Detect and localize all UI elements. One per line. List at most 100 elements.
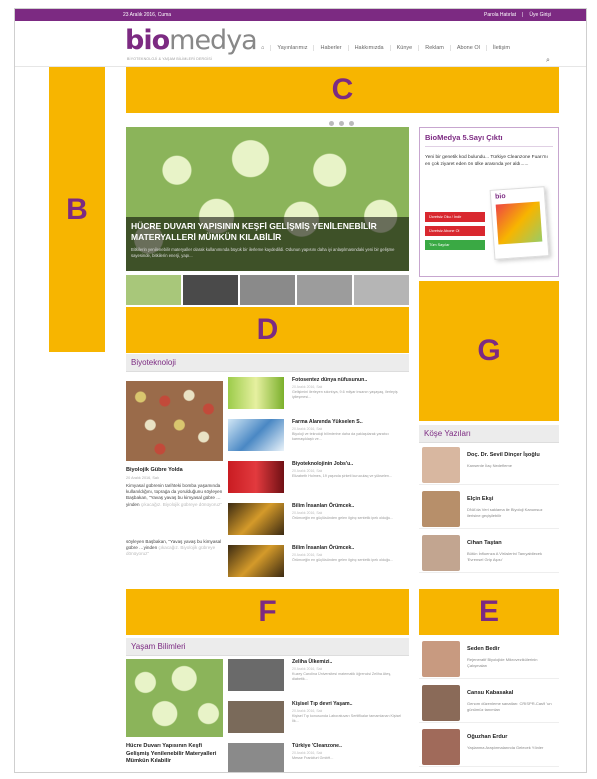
divider [425,146,553,147]
list-item[interactable]: Kişisel Tıp devri Yaşam.. 20 Aralık 2016… [228,701,408,735]
feature-title[interactable]: Hücre Duvarı Yapısının Keşfi Gelişmiş Ye… [126,743,226,766]
magazine-image [495,201,543,245]
site-header: biomedya BİYOTEKNOLOJİ & YAŞAM BİLİMLERİ… [15,21,586,67]
home-icon[interactable]: ⌂ [255,45,270,51]
item-desc: Elizabeth Holmes, 19 yaşında şirketi kur… [292,474,393,478]
nav-item-reklam[interactable]: Reklam [418,45,450,51]
hero-title[interactable]: HÜCRE DUVARI YAPISININ KEŞFİ GELİŞMİŞ YE… [131,221,401,243]
item-date: 20 Aralık 2016, Salı [292,709,323,713]
list-item[interactable]: Türkiye 'Cleanzone.. 20 Aralık 2016, Sal… [228,743,408,772]
feature-text: Kimyasal gübrenin tarihteki bomba yaşamı… [126,483,223,507]
item-desc: Biyoloji ve teknoloji bilimlerine daha d… [292,432,389,441]
section-heading-biyoteknoloji[interactable]: Biyoteknoloji [126,354,409,372]
nav-item-abone-ol[interactable]: Abone Ol [449,45,486,51]
columnist-topic: Kanserde İlaç Nedefleme [467,463,512,468]
item-thumbnail [228,659,284,691]
ad-zone-f[interactable]: F [126,589,409,635]
issue-promo: BioMedya 5.Sayı Çıktı Yeni bir genetik k… [419,127,559,277]
subscribe-button[interactable]: Ücretsiz Abone Ol [425,226,485,236]
columnist-item[interactable]: Oğuzhan Erdur Yaşlanma Araştırmalarında … [419,726,559,767]
hero-slider[interactable]: HÜCRE DUVARI YAPISININ KEŞFİ GELİŞMİŞ YE… [126,127,409,271]
columnist-item[interactable]: Seden Bedir Rejeneratif Biyolojide Mikro… [419,638,559,679]
columnist-name[interactable]: Seden Bedir [467,646,500,652]
main-nav: ⌂ Yayınlarımız Haberler Hakkımızda Künye… [255,45,516,51]
avatar [422,685,460,721]
magazine-cover[interactable]: bio [489,186,550,260]
columnist-item[interactable]: Elçin Ekşi DNA'da Veri saklama ile Biyol… [419,488,559,529]
item-title[interactable]: Biyoteknolojinin Jobs'u.. [292,461,353,467]
columnist-name[interactable]: Elçin Ekşi [467,496,493,502]
item-date: 20 Aralık 2016, Salı [292,667,323,671]
nav-item-haberler[interactable]: Haberler [313,45,347,51]
item-title[interactable]: Farma Alanında Yükselen S.. [292,419,363,425]
item-title[interactable]: Zeliha Ülkemizi.. [292,659,332,665]
list-item[interactable]: Bilim İnsanları Örümcek.. 20 Aralık 2016… [228,545,408,579]
magazine-logo: bio [494,192,506,201]
hero-thumbnail[interactable] [240,275,295,305]
feature-image[interactable] [126,381,223,461]
site-logo[interactable]: biomedya [125,25,258,56]
nav-item-iletisim[interactable]: İletişim [485,45,516,51]
list-item[interactable]: Farma Alanında Yükselen S.. 20 Aralık 20… [228,419,408,453]
section-heading-kose-yazilari[interactable]: Köşe Yazıları [419,425,559,443]
hero-thumbnail[interactable] [126,275,181,305]
nav-item-kunye[interactable]: Künye [389,45,419,51]
promo-title[interactable]: BioMedya 5.Sayı Çıktı [425,133,503,142]
columnist-name[interactable]: Doç. Dr. Sevil Dinçer İşoğlu [467,452,540,458]
item-desc: Messe Frankfurt GmbH... [292,756,334,760]
search-icon[interactable]: ⌕ [546,57,550,65]
item-title[interactable]: Kişisel Tıp devri Yaşam.. [292,701,352,707]
all-issues-button[interactable]: Tüm Sayılar [425,240,485,250]
item-thumbnail [228,419,284,451]
page-frame: 23 Aralık 2016, Cuma Parola Hatırlat | Ü… [14,8,587,773]
item-title[interactable]: Bilim İnsanları Örümcek.. [292,503,354,509]
columnist-item[interactable]: Doç. Dr. Sevil Dinçer İşoğlu Kanserde İl… [419,444,559,485]
hero-description: Bitkilerin yenilenebilir materyaller ola… [131,247,395,258]
columnist-item[interactable]: Cansu Kabasakal Genom düzenleme sanatlar… [419,682,559,723]
item-date: 20 Aralık 2016, Salı [292,553,323,557]
list-item[interactable]: Fotosentez dünya nüfusunun.. 20 Aralık 2… [228,377,408,411]
item-thumbnail [228,701,284,733]
promo-text: Yeni bir genetik kod bulundu... Türkiye … [425,155,548,167]
feature-image[interactable] [126,659,223,737]
hero-caption: HÜCRE DUVARI YAPISININ KEŞFİ GELİŞMİŞ YE… [126,217,409,271]
columnist-topic: DNA'da Veri saklama ile Biyoloji Kanunsu… [467,507,543,518]
columnist-name[interactable]: Oğuzhan Erdur [467,734,507,740]
slider-dot[interactable] [329,121,334,126]
item-title[interactable]: Bilim İnsanları Örümcek.. [292,545,354,551]
hero-thumbnail[interactable] [183,275,238,305]
item-thumbnail [228,461,284,493]
ad-zone-e[interactable]: E [419,589,559,635]
nav-item-hakkimizda[interactable]: Hakkımızda [347,45,390,51]
section-heading-yasam-bilimleri[interactable]: Yaşam Bilimleri [126,638,409,656]
avatar [422,491,460,527]
top-links: Parola Hatırlat | Üye Girişi [484,9,551,21]
hero-thumbnail[interactable] [354,275,409,305]
columnist-item[interactable]: Cihan Taştan Bütün İnfluenza A Virüsleri… [419,532,559,573]
slider-dot[interactable] [339,121,344,126]
item-title[interactable]: Fotosentez dünya nüfusunun.. [292,377,367,383]
login-link[interactable]: Üye Girişi [529,9,551,21]
columnist-name[interactable]: Cansu Kabasakal [467,690,513,696]
slider-dots [329,121,354,126]
list-item[interactable]: Bilim İnsanları Örümcek.. 20 Aralık 2016… [228,503,408,537]
ad-zone-b[interactable]: B [49,67,105,352]
date-label: 23 Aralık 2016, Cuma [123,12,172,18]
ad-zone-g[interactable]: G [419,281,559,421]
read-download-button[interactable]: Ücretsiz Oku / İndir [425,212,485,222]
nav-item-yayinlarimiz[interactable]: Yayınlarımız [270,45,313,51]
list-item[interactable]: Zeliha Ülkemizi.. 20 Aralık 2016, Salı K… [228,659,408,693]
hero-thumbnail[interactable] [297,275,352,305]
columnist-name[interactable]: Cihan Taştan [467,540,502,546]
avatar [422,729,460,765]
ad-zone-c[interactable]: C [126,67,559,113]
feature-title[interactable]: Biyolojik Gübre Yolda [126,467,183,473]
item-date: 20 Aralık 2016, Salı [292,511,323,515]
slider-dot[interactable] [349,121,354,126]
item-date: 20 Aralık 2016, Salı [292,427,323,431]
password-reminder-link[interactable]: Parola Hatırlat [484,9,516,21]
list-item[interactable]: Biyoteknolojinin Jobs'u.. 20 Aralık 2016… [228,461,408,495]
ad-zone-d[interactable]: D [126,307,409,353]
feature-date: 20 Aralık 2016, Salı [126,476,159,480]
item-title[interactable]: Türkiye 'Cleanzone.. [292,743,342,749]
